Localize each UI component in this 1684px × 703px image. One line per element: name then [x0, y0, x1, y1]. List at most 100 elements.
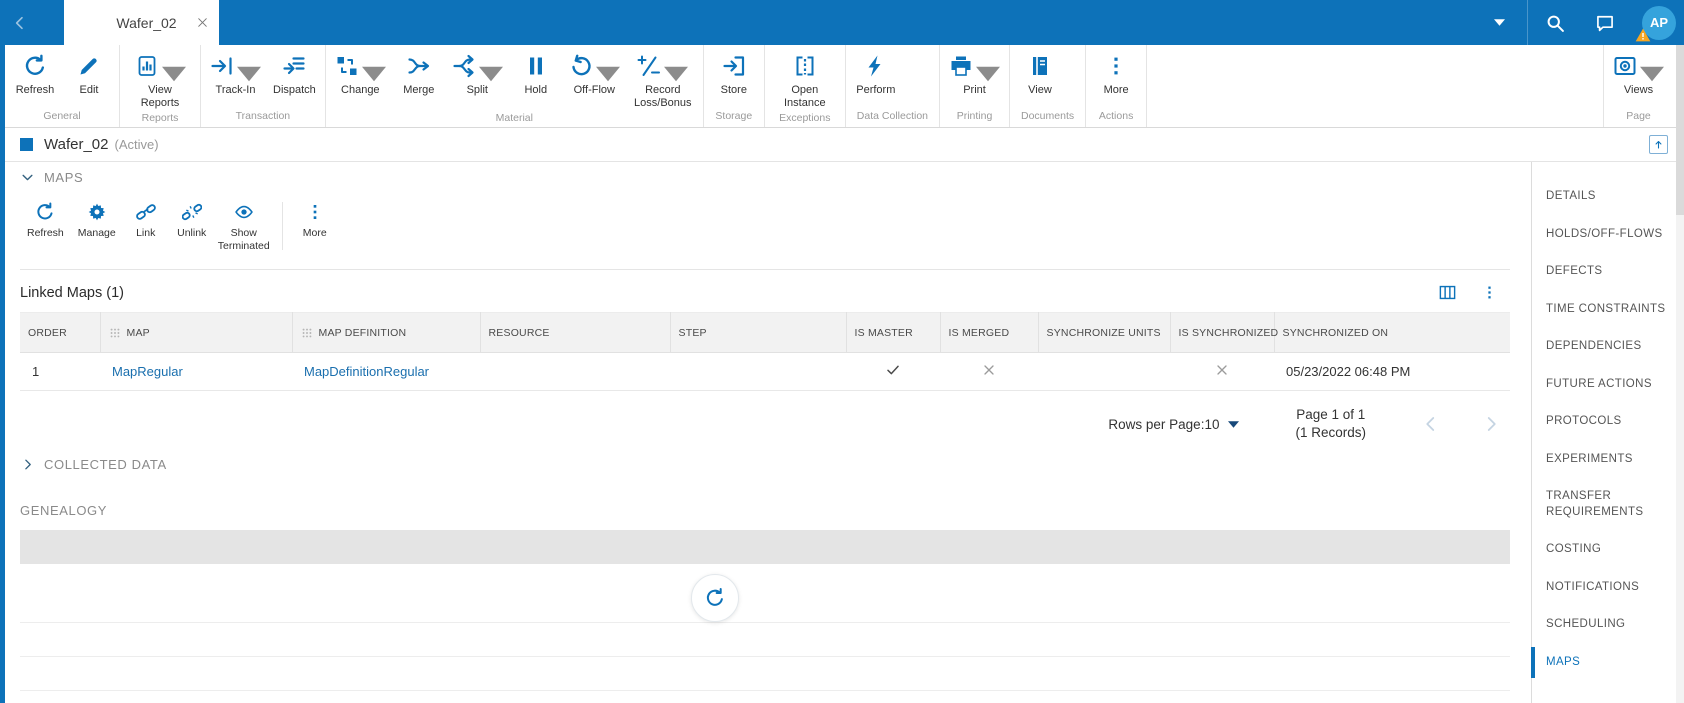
- close-icon[interactable]: [195, 16, 209, 30]
- ribbon-store-button[interactable]: Store: [707, 54, 761, 97]
- back-button[interactable]: [0, 0, 40, 45]
- ribbon-view-reports-button[interactable]: View Reports: [123, 54, 197, 110]
- records-label: (1 Records): [1295, 425, 1366, 440]
- column-header-order[interactable]: ORDER: [20, 312, 101, 353]
- entity-type-square-icon: [20, 138, 33, 151]
- ribbon-group-page: Views Page: [1603, 45, 1684, 127]
- main-content: MAPS Refresh Manage Link Unlink Show Termina…: [5, 162, 1531, 703]
- column-header-label: SYNCHRONIZE UNITS: [1046, 326, 1161, 339]
- top-bar: Wafer_02 AP: [0, 0, 1684, 45]
- map-link[interactable]: MapRegular: [112, 364, 183, 379]
- maps-more-button[interactable]: More: [292, 202, 338, 240]
- next-page-button[interactable]: [1482, 415, 1500, 433]
- ribbon-perform-button[interactable]: Perform: [849, 54, 903, 97]
- cell-resource: [480, 352, 670, 391]
- sidebar-item-experiments[interactable]: EXPERIMENTS: [1532, 441, 1684, 479]
- split-icon: [452, 54, 476, 78]
- column-chooser-icon[interactable]: [1438, 283, 1457, 302]
- ribbon-dispatch-button[interactable]: Dispatch: [267, 54, 322, 97]
- sidebar-item-holds-off-flows[interactable]: HOLDS/OFF-FLOWS: [1532, 216, 1684, 254]
- table-row[interactable]: 1 MapRegular MapDefinitionRegular 05/23/202…: [20, 352, 1510, 391]
- ribbon-track-in-button[interactable]: Track-In: [204, 54, 267, 97]
- column-header-is-master[interactable]: IS MASTER: [846, 312, 941, 353]
- ribbon-group-label: Transaction: [235, 110, 291, 122]
- scroll-top-button[interactable]: [1649, 135, 1668, 154]
- column-header-is-synchronized[interactable]: IS SYNCHRONIZED: [1170, 312, 1278, 353]
- column-header-label: MAP: [126, 326, 150, 339]
- sidebar-item-details[interactable]: DETAILS: [1532, 178, 1684, 216]
- sidebar-item-protocols[interactable]: PROTOCOLS: [1532, 403, 1684, 441]
- ribbon-group-label: Exceptions: [779, 112, 831, 125]
- ribbon-button-label: Record Loss/Bonus: [634, 84, 692, 110]
- column-header-label: STEP: [678, 326, 707, 339]
- ribbon-group-data-collection: Perform Data Collection: [846, 45, 940, 127]
- scrollbar-thumb[interactable]: [1676, 45, 1684, 215]
- more-dots-icon: [1104, 54, 1128, 78]
- dropdown-caret-icon: [361, 62, 386, 86]
- entity-title-bar: Wafer_02 (Active): [5, 128, 1684, 162]
- linked-maps-header-row: Linked Maps (1): [20, 283, 1510, 302]
- sidebar-item-maps[interactable]: MAPS: [1531, 644, 1684, 682]
- ribbon-toolbar: Refresh Edit General View Reports Reports Tra…: [5, 45, 1684, 128]
- ribbon-button-label: View: [1028, 84, 1052, 96]
- ribbon-merge-button[interactable]: Merge: [392, 54, 446, 97]
- ribbon-view-button[interactable]: View: [1013, 54, 1067, 97]
- maps-section-header[interactable]: MAPS: [20, 170, 83, 185]
- ribbon-more-button[interactable]: More: [1089, 54, 1143, 97]
- avatar[interactable]: AP: [1635, 5, 1676, 41]
- ribbon-record-loss-bonus-button[interactable]: Record Loss/Bonus: [626, 54, 700, 110]
- column-header-map-definition[interactable]: MAP DEFINITION: [292, 312, 481, 353]
- maps-refresh-button[interactable]: Refresh: [20, 202, 71, 240]
- ribbon-group-label: Documents: [1021, 110, 1075, 122]
- maps-show-terminated-button[interactable]: Show Terminated: [215, 202, 273, 252]
- sidebar-item-time-constraints[interactable]: TIME CONSTRAINTS: [1532, 291, 1684, 329]
- column-header-map[interactable]: MAP: [100, 312, 293, 353]
- cell-step: [670, 352, 846, 391]
- sidebar-item-transfer-requirements[interactable]: TRANSFER REQUIREMENTS: [1532, 478, 1684, 531]
- sidebar-item-dependencies[interactable]: DEPENDENCIES: [1532, 328, 1684, 366]
- prev-page-button[interactable]: [1422, 415, 1440, 433]
- ribbon-open-instance-button[interactable]: Open Instance: [768, 54, 842, 110]
- sidebar-item-defects[interactable]: DEFECTS: [1532, 253, 1684, 291]
- entity-name: Wafer_02: [44, 136, 109, 153]
- rows-per-page-dropdown[interactable]: Rows per Page:10: [1108, 417, 1240, 432]
- column-header-resource[interactable]: RESOURCE: [480, 312, 671, 353]
- ribbon-off-flow-button[interactable]: Off-Flow: [563, 54, 626, 97]
- tabs-dropdown-caret-icon[interactable]: [1493, 19, 1505, 26]
- ribbon-button-label: Change: [341, 84, 380, 96]
- sidebar-item-scheduling[interactable]: SCHEDULING: [1532, 606, 1684, 644]
- vertical-scrollbar[interactable]: [1676, 45, 1684, 703]
- tab-wafer-02[interactable]: Wafer_02: [64, 0, 219, 45]
- ribbon-change-button[interactable]: Change: [329, 54, 392, 97]
- track-in-icon: [210, 54, 234, 78]
- ribbon-group-general: Refresh Edit General: [5, 45, 120, 127]
- ribbon-hold-button[interactable]: Hold: [509, 54, 563, 97]
- maps-link-button[interactable]: Link: [123, 202, 169, 240]
- ribbon-views-button[interactable]: Views: [1607, 54, 1670, 97]
- warning-icon: [1635, 27, 1651, 43]
- ribbon-split-button[interactable]: Split: [446, 54, 509, 97]
- column-header-label: ORDER: [28, 326, 67, 339]
- search-icon[interactable]: [1544, 12, 1566, 34]
- column-header-is-merged[interactable]: IS MERGED: [940, 312, 1039, 353]
- maps-unlink-button[interactable]: Unlink: [169, 202, 215, 240]
- ribbon-button-label: Hold: [524, 84, 548, 96]
- ribbon-edit-button[interactable]: Edit: [62, 54, 116, 97]
- sidebar-item-future-actions[interactable]: FUTURE ACTIONS: [1532, 366, 1684, 404]
- collected-data-section-header[interactable]: COLLECTED DATA: [20, 457, 167, 472]
- maps-manage-button[interactable]: Manage: [71, 202, 123, 240]
- column-header-step[interactable]: STEP: [670, 312, 847, 353]
- ribbon-refresh-button[interactable]: Refresh: [8, 54, 62, 97]
- chat-icon[interactable]: [1594, 12, 1616, 34]
- ribbon-print-button[interactable]: Print: [943, 54, 1006, 97]
- sidebar-item-costing[interactable]: COSTING: [1532, 531, 1684, 569]
- ribbon-group-transaction: Track-In Dispatch Transaction: [201, 45, 326, 127]
- column-header-synchronize-units[interactable]: SYNCHRONIZE UNITS: [1038, 312, 1171, 353]
- open-instance-icon: [793, 54, 817, 78]
- column-header-synchronized-on[interactable]: SYNCHRONIZED ON: [1274, 312, 1510, 353]
- sidebar-item-notifications[interactable]: NOTIFICATIONS: [1532, 569, 1684, 607]
- ribbon-button-label: Print: [963, 84, 986, 96]
- link-icon: [135, 202, 156, 222]
- table-more-icon[interactable]: [1481, 284, 1498, 301]
- map-definition-link[interactable]: MapDefinitionRegular: [304, 364, 429, 379]
